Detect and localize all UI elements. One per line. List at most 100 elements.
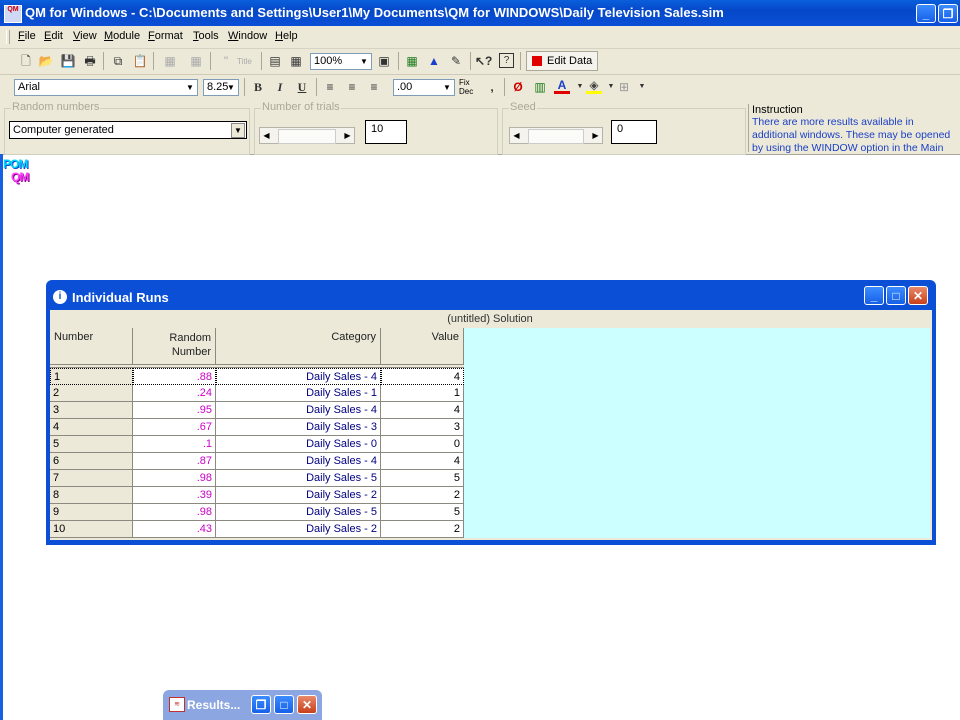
cell-category[interactable]: Daily Sales - 4 — [216, 368, 381, 385]
title-icon[interactable]: Title — [237, 57, 252, 66]
minimize-button[interactable]: _ — [916, 4, 936, 23]
cell-number[interactable]: 4 — [50, 419, 133, 436]
cell-number[interactable]: 5 — [50, 436, 133, 453]
cell-category[interactable]: Daily Sales - 3 — [216, 419, 381, 436]
edit-data-button[interactable]: Edit Data — [526, 51, 598, 71]
table-row[interactable]: 3.95 Daily Sales - 44 — [50, 402, 464, 419]
context-help-icon[interactable]: ↖? — [475, 53, 492, 69]
random-numbers-select[interactable]: Computer generated ▼ — [9, 121, 247, 139]
menu-edit[interactable]: Edit — [44, 30, 63, 42]
cell-value[interactable]: 5 — [381, 470, 464, 487]
trials-slider[interactable]: ◀ ▶ — [259, 127, 355, 144]
copy-icon[interactable]: ⧉ — [110, 53, 126, 69]
cell-random-number[interactable]: .43 — [133, 521, 216, 538]
restore-button[interactable]: ❐ — [938, 4, 958, 23]
seed-field[interactable]: 0 — [611, 120, 657, 144]
cell-value[interactable]: 4 — [381, 368, 464, 385]
menu-file[interactable]: File — [18, 30, 36, 42]
normal-curve-icon[interactable]: ▲ — [426, 53, 442, 69]
info-icon[interactable]: i — [53, 290, 67, 304]
font-size-select[interactable]: 8.25 ▼ — [203, 79, 239, 96]
comma-icon[interactable]: , — [484, 79, 500, 95]
cell-random-number[interactable]: .1 — [133, 436, 216, 453]
cell-value[interactable]: 2 — [381, 487, 464, 504]
decimal-format-select[interactable]: .00 ▼ — [393, 79, 455, 96]
cell-value[interactable]: 4 — [381, 453, 464, 470]
menu-format[interactable]: Format — [148, 30, 183, 42]
close-button[interactable]: ✕ — [297, 695, 317, 714]
open-folder-icon[interactable]: 📂 — [38, 53, 54, 69]
cell-value[interactable]: 3 — [381, 419, 464, 436]
align-center-icon[interactable]: ≡ — [344, 79, 360, 95]
menu-help[interactable]: Help — [275, 30, 298, 42]
seed-slider[interactable]: ◀ ▶ — [509, 127, 603, 144]
cell-value[interactable]: 2 — [381, 521, 464, 538]
print-icon[interactable]: 🖶 — [82, 53, 98, 69]
column-header-category[interactable]: Category — [216, 328, 381, 365]
table-row[interactable]: 8.39 Daily Sales - 22 — [50, 487, 464, 504]
cell-random-number[interactable]: .98 — [133, 504, 216, 521]
fix-decimal-button[interactable]: Fix Dec — [459, 78, 473, 96]
restore-button[interactable]: ❐ — [251, 695, 271, 714]
number-of-trials-field[interactable]: 10 — [365, 120, 407, 144]
save-icon[interactable]: 💾 — [60, 53, 76, 69]
minimized-results-window[interactable]: ≋ Results... ❐ □ ✕ — [163, 690, 322, 720]
cell-category[interactable]: Daily Sales - 2 — [216, 521, 381, 538]
table-row[interactable]: 4.67 Daily Sales - 33 — [50, 419, 464, 436]
arrow-left-icon[interactable]: ◀ — [510, 128, 523, 143]
grid-icon[interactable]: ▦ — [288, 53, 304, 69]
cell-number[interactable]: 1 — [50, 368, 133, 385]
cell-category[interactable]: Daily Sales - 0 — [216, 436, 381, 453]
cell-random-number[interactable]: .67 — [133, 419, 216, 436]
table-icon[interactable]: ▤ — [267, 53, 283, 69]
menu-window[interactable]: Window — [228, 30, 267, 42]
cell-category[interactable]: Daily Sales - 4 — [216, 402, 381, 419]
font-select[interactable]: Arial ▼ — [14, 79, 198, 96]
cell-random-number[interactable]: .98 — [133, 470, 216, 487]
column-header-number[interactable]: Number — [50, 328, 133, 365]
table-row[interactable]: 2.24 Daily Sales - 11 — [50, 385, 464, 402]
column-header-random-number[interactable]: Random Number — [133, 328, 216, 365]
new-file-icon[interactable]: 🗋 — [18, 53, 34, 69]
chevron-down-icon[interactable]: ▼ — [634, 79, 650, 95]
quote-icon[interactable]: " — [218, 53, 234, 69]
zero-icon[interactable]: Ø — [510, 79, 526, 95]
wand-icon[interactable]: ✎ — [448, 53, 464, 69]
bar-chart-icon[interactable]: ▥ — [532, 79, 548, 95]
table-row[interactable]: 9.98 Daily Sales - 55 — [50, 504, 464, 521]
cell-category[interactable]: Daily Sales - 5 — [216, 470, 381, 487]
align-right-icon[interactable]: ≡ — [366, 79, 382, 95]
cell-value[interactable]: 0 — [381, 436, 464, 453]
cell-number[interactable]: 2 — [50, 385, 133, 402]
cell-random-number[interactable]: .88 — [133, 368, 216, 385]
app-icon[interactable]: QM — [4, 5, 22, 23]
arrow-left-icon[interactable]: ◀ — [260, 128, 273, 143]
column-header-value[interactable]: Value — [381, 328, 464, 365]
arrow-right-icon[interactable]: ▶ — [341, 128, 354, 143]
insert-column-icon[interactable]: ▦ — [188, 53, 204, 69]
insert-row-icon[interactable]: ▦ — [162, 53, 178, 69]
table-row[interactable]: 1.88 Daily Sales - 44 — [50, 368, 464, 385]
cell-category[interactable]: Daily Sales - 1 — [216, 385, 381, 402]
cell-random-number[interactable]: .87 — [133, 453, 216, 470]
table-row[interactable]: 5.1 Daily Sales - 00 — [50, 436, 464, 453]
cell-value[interactable]: 5 — [381, 504, 464, 521]
cell-value[interactable]: 4 — [381, 402, 464, 419]
help-icon[interactable]: ? — [499, 53, 514, 68]
font-color-icon[interactable]: A — [554, 79, 570, 94]
table-row[interactable]: 10.43 Daily Sales - 22 — [50, 521, 464, 538]
italic-icon[interactable]: I — [272, 79, 288, 95]
minimize-button[interactable]: _ — [864, 286, 884, 305]
cell-number[interactable]: 10 — [50, 521, 133, 538]
cell-random-number[interactable]: .39 — [133, 487, 216, 504]
slider-thumb[interactable] — [528, 129, 584, 144]
menu-tools[interactable]: Tools — [193, 30, 219, 42]
cell-number[interactable]: 9 — [50, 504, 133, 521]
borders-icon[interactable]: ⊞ — [616, 79, 632, 95]
cell-value[interactable]: 1 — [381, 385, 464, 402]
table-row[interactable]: 6.87 Daily Sales - 44 — [50, 453, 464, 470]
table-view-icon[interactable]: ▦ — [404, 53, 420, 69]
paste-icon[interactable]: 📋 — [132, 53, 148, 69]
close-button[interactable]: ✕ — [908, 286, 928, 305]
cell-number[interactable]: 6 — [50, 453, 133, 470]
